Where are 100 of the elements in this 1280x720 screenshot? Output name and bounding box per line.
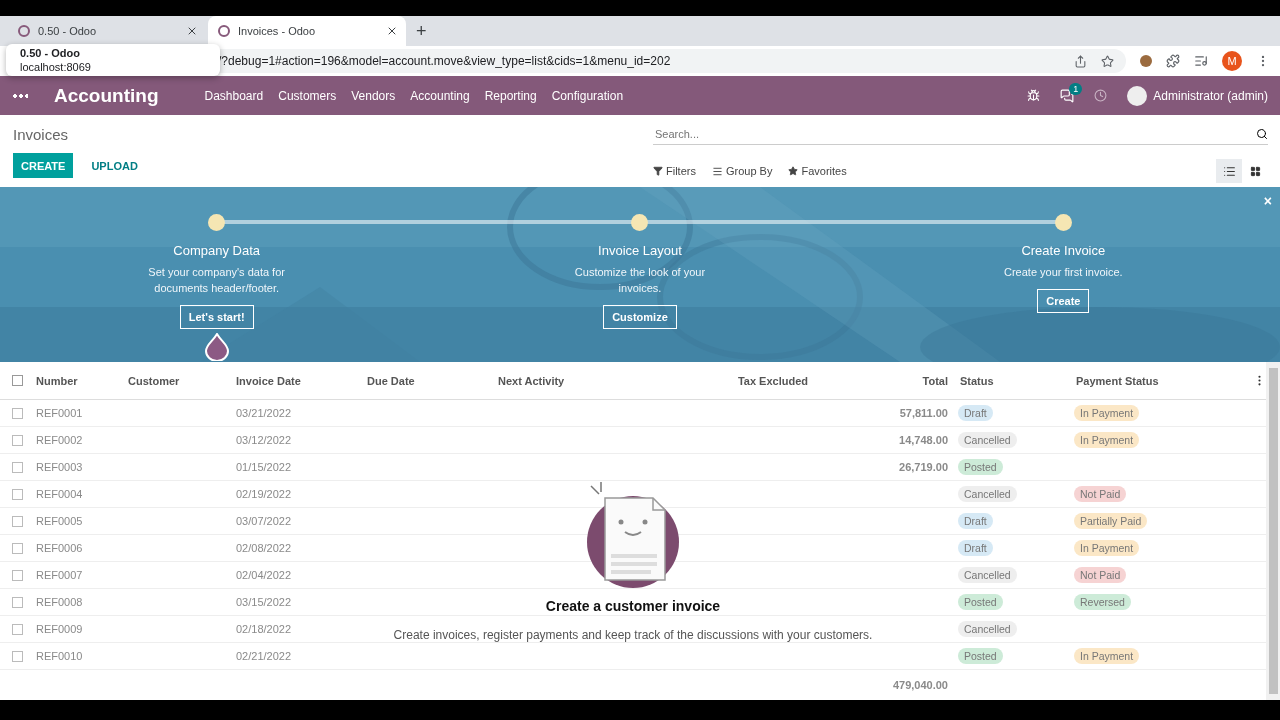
odoo-favicon-icon xyxy=(18,25,30,37)
status-tag: Posted xyxy=(958,648,1003,665)
bug-icon[interactable] xyxy=(1027,89,1041,102)
step-button[interactable]: Let's start! xyxy=(179,305,254,329)
tooltip-title: 0.50 - Odoo xyxy=(20,47,81,59)
checkbox[interactable] xyxy=(12,596,23,608)
payment-status-tag: In Payment xyxy=(1074,405,1140,422)
checkbox[interactable] xyxy=(12,375,23,387)
search-icon[interactable] xyxy=(1256,127,1268,140)
tooltip-url: localhost:8069 xyxy=(20,61,92,73)
step-description: Create your first invoice. xyxy=(1003,265,1124,280)
step-button[interactable]: Create xyxy=(1037,289,1090,313)
step-button[interactable]: Customize xyxy=(603,305,677,329)
payment-status-tag: In Payment xyxy=(1074,540,1140,557)
chat-icon[interactable] xyxy=(1060,88,1075,103)
new-tab-button[interactable]: + xyxy=(408,20,435,42)
table-cell-text: 03/07/2022 xyxy=(235,515,293,528)
status-tag: Cancelled xyxy=(958,486,1017,503)
column-header[interactable]: Due Date xyxy=(361,374,492,387)
checkbox[interactable] xyxy=(12,434,23,446)
payment-status-tag: In Payment xyxy=(1074,648,1140,665)
nav-menu-item[interactable]: Accounting xyxy=(410,88,470,103)
table-cell-text: 03/12/2022 xyxy=(235,434,293,447)
empty-state-title: Create a customer invoice xyxy=(545,598,721,614)
playlist-icon[interactable] xyxy=(1194,54,1208,68)
close-icon[interactable] xyxy=(386,25,398,37)
app-name[interactable]: Accounting xyxy=(54,84,159,107)
table-cell-text: REF0006 xyxy=(35,542,84,555)
list-view-button[interactable] xyxy=(1216,159,1242,183)
column-header[interactable]: Tax Excluded xyxy=(672,374,814,387)
search-field[interactable]: Search... xyxy=(653,123,1268,145)
browser-tab[interactable]: 0.50 - Odoo xyxy=(8,16,206,46)
user-name[interactable]: Administrator (admin) xyxy=(1153,88,1268,103)
table-cell-text: 26,719.00 xyxy=(898,461,949,474)
table-cell-text: REF0005 xyxy=(35,515,84,528)
user-avatar xyxy=(1127,85,1148,106)
browser-tab[interactable]: Invoices - Odoo xyxy=(208,16,406,46)
column-header[interactable]: Invoice Date xyxy=(230,374,361,387)
total-sum: 479,040.00 xyxy=(891,679,949,692)
checkbox[interactable] xyxy=(12,623,23,635)
scrollbar[interactable] xyxy=(1268,368,1278,694)
apps-menu-icon[interactable] xyxy=(12,92,28,99)
menu-icon xyxy=(711,165,723,177)
filter-menu-button[interactable]: Favorites xyxy=(788,165,847,177)
empty-state-text: Create invoices, register payments and keep track of the discussions with your customers. xyxy=(393,628,873,642)
column-header[interactable]: Payment Status xyxy=(1070,374,1230,387)
nav-menu-item[interactable]: Dashboard xyxy=(204,88,264,103)
status-tag: Posted xyxy=(958,594,1003,611)
checkbox[interactable] xyxy=(12,461,23,473)
odoo-favicon-icon xyxy=(218,25,230,37)
status-tag: Draft xyxy=(958,513,993,530)
column-header[interactable]: Customer xyxy=(122,374,230,387)
filter-menu-button[interactable]: Group By xyxy=(711,165,773,177)
column-header[interactable]: Number xyxy=(30,374,122,387)
checkbox[interactable] xyxy=(12,542,23,554)
checkbox[interactable] xyxy=(12,515,23,527)
checkbox[interactable] xyxy=(12,569,23,581)
checkbox[interactable] xyxy=(12,488,23,500)
status-tag: Cancelled xyxy=(958,621,1017,638)
payment-status-tag: Not Paid xyxy=(1074,486,1127,503)
table-cell-text: 14,748.00 xyxy=(898,434,949,447)
nav-menu-item[interactable]: Configuration xyxy=(551,88,624,103)
step-title: Invoice Layout xyxy=(598,243,682,258)
star-icon[interactable] xyxy=(1101,54,1114,68)
step-title: Create Invoice xyxy=(1021,243,1106,258)
payment-status-tag: Not Paid xyxy=(1074,567,1127,584)
table-cell-text: REF0010 xyxy=(35,650,84,663)
clock-icon[interactable] xyxy=(1094,89,1108,102)
table-cell-text: REF0003 xyxy=(35,461,84,474)
profile-avatar[interactable]: M xyxy=(1222,51,1242,71)
table-cell-text: 02/08/2022 xyxy=(235,542,293,555)
payment-status-tag: In Payment xyxy=(1074,432,1140,449)
table-cell-text: 03/15/2022 xyxy=(235,596,293,609)
status-tag: Cancelled xyxy=(958,432,1017,449)
table-cell-text: 02/18/2022 xyxy=(235,623,293,636)
message-count: 1 xyxy=(1069,82,1083,95)
status-tag: Draft xyxy=(958,540,993,557)
column-header[interactable]: Next Activity xyxy=(492,374,672,387)
column-header[interactable]: Total xyxy=(814,374,954,387)
checkbox[interactable] xyxy=(12,650,23,662)
upload-button[interactable]: UPLOAD xyxy=(83,153,146,178)
checkbox[interactable] xyxy=(12,407,23,419)
share-icon[interactable] xyxy=(1074,54,1087,68)
nav-menu-item[interactable]: Customers xyxy=(278,88,337,103)
nav-menu-item[interactable]: Reporting xyxy=(484,88,537,103)
monkey-icon[interactable] xyxy=(1140,55,1152,67)
status-tag: Draft xyxy=(958,405,993,422)
close-icon[interactable] xyxy=(186,25,198,37)
column-header[interactable]: Status xyxy=(954,374,1070,387)
star-icon xyxy=(788,166,799,176)
table-cell-text: 57,811.00 xyxy=(898,407,949,420)
table-cell-text: 03/21/2022 xyxy=(235,407,293,420)
table-cell-text: 01/15/2022 xyxy=(235,461,293,474)
payment-status-tag: Partially Paid xyxy=(1074,513,1148,530)
nav-menu-item[interactable]: Vendors xyxy=(351,88,396,103)
puzzle-icon[interactable] xyxy=(1166,54,1180,68)
table-cell-text: 02/04/2022 xyxy=(235,569,293,582)
table-cell-text: 02/19/2022 xyxy=(235,488,293,501)
step-title: Company Data xyxy=(173,243,260,258)
filter-menu-button[interactable]: Filters xyxy=(653,165,696,177)
